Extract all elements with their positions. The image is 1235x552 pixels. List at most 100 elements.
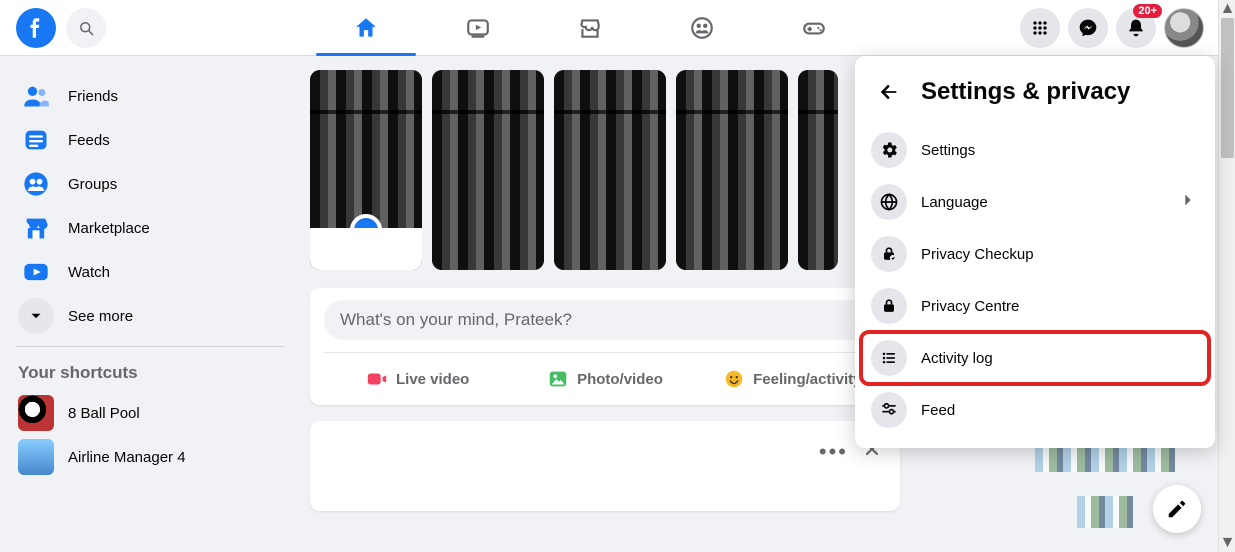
edit-icon [1166, 498, 1188, 520]
gaming-icon [801, 15, 827, 41]
story-card[interactable] [676, 70, 788, 270]
dropdown-title: Settings & privacy [921, 78, 1130, 106]
facebook-f-icon [23, 15, 49, 41]
scroll-down-icon[interactable]: ▼ [1219, 534, 1235, 551]
feed-post: ••• [310, 421, 900, 511]
shortcut-8ballpool[interactable]: 8 Ball Pool [8, 391, 292, 435]
shortcut-icon [18, 395, 54, 431]
search-button[interactable] [66, 8, 106, 48]
lock-check-icon [871, 236, 907, 272]
plus-icon [350, 214, 382, 246]
menu-button[interactable] [1020, 8, 1060, 48]
marketplace-sidebar-icon [18, 210, 54, 246]
bell-icon [1126, 18, 1146, 38]
dropdown-back-button[interactable] [871, 74, 907, 110]
shortcut-label: 8 Ball Pool [68, 405, 140, 422]
grid-icon [1030, 18, 1050, 38]
sidebar-item-label: Groups [68, 176, 117, 193]
composer-placeholder: What's on your mind, Prateek? [340, 310, 572, 330]
sidebar-item-watch[interactable]: Watch [8, 250, 292, 294]
sidebar-item-label: Friends [68, 88, 118, 105]
nav-home[interactable] [310, 0, 422, 56]
chevron-down-icon [18, 298, 54, 334]
dropdown-item-language[interactable]: Language [861, 176, 1209, 228]
post-options-button[interactable]: ••• [819, 439, 848, 465]
top-header: 20+ [0, 0, 1218, 56]
composer-button-label: Feeling/activity [753, 371, 861, 388]
header-left [0, 8, 106, 48]
header-nav [310, 0, 870, 56]
shortcut-label: Airline Manager 4 [68, 449, 186, 466]
sidebar-divider [16, 346, 284, 347]
scrollbar-thumb[interactable] [1221, 18, 1234, 158]
dropdown-item-feed[interactable]: Feed [861, 384, 1209, 436]
story-card[interactable] [798, 70, 838, 270]
sidebar-item-groups[interactable]: Groups [8, 162, 292, 206]
nav-groups[interactable] [646, 0, 758, 56]
composer-input[interactable]: What's on your mind, Prateek? [324, 300, 886, 340]
dropdown-item-activity-log[interactable]: Activity log [861, 332, 1209, 384]
feeds-icon [18, 122, 54, 158]
feeling-icon [723, 368, 745, 390]
nav-watch[interactable] [422, 0, 534, 56]
marketplace-icon [577, 15, 603, 41]
search-icon [77, 19, 95, 37]
create-story[interactable] [310, 70, 422, 270]
new-post-fab[interactable] [1153, 485, 1201, 533]
settings-privacy-dropdown: Settings & privacy Settings Language Pri… [855, 56, 1215, 448]
dropdown-item-label: Settings [921, 142, 975, 159]
list-icon [871, 340, 907, 376]
dropdown-item-privacy-checkup[interactable]: Privacy Checkup [861, 228, 1209, 280]
messenger-icon [1078, 18, 1098, 38]
sidebar-item-feeds[interactable]: Feeds [8, 118, 292, 162]
friends-icon [18, 78, 54, 114]
scroll-up-icon[interactable]: ▲ [1219, 0, 1235, 17]
notification-badge: 20+ [1133, 4, 1162, 18]
composer-button-label: Photo/video [577, 371, 663, 388]
home-icon [353, 15, 379, 41]
live-video-icon [366, 368, 388, 390]
sidebar-item-marketplace[interactable]: Marketplace [8, 206, 292, 250]
sidebar-item-seemore[interactable]: See more [8, 294, 292, 338]
groups-sidebar-icon [18, 166, 54, 202]
chevron-right-icon [1177, 189, 1199, 216]
sliders-icon [871, 392, 907, 428]
post-composer: What's on your mind, Prateek? Live video… [310, 288, 900, 405]
globe-icon [871, 184, 907, 220]
dropdown-item-label: Activity log [921, 350, 993, 367]
gear-icon [871, 132, 907, 168]
page-scrollbar[interactable]: ▲ ▼ [1218, 0, 1235, 551]
nav-gaming[interactable] [758, 0, 870, 56]
dropdown-item-label: Feed [921, 402, 955, 419]
shortcut-icon [18, 439, 54, 475]
dropdown-item-label: Language [921, 194, 988, 211]
sidebar-item-label: Watch [68, 264, 110, 281]
watch-icon [465, 15, 491, 41]
story-card[interactable] [554, 70, 666, 270]
side-story-thumbnail [1035, 440, 1175, 540]
shortcut-airlinemanager[interactable]: Airline Manager 4 [8, 435, 292, 479]
account-avatar[interactable] [1164, 8, 1204, 48]
composer-live-button[interactable]: Live video [324, 359, 511, 399]
dropdown-item-privacy-centre[interactable]: Privacy Centre [861, 280, 1209, 332]
messenger-button[interactable] [1068, 8, 1108, 48]
photo-video-icon [547, 368, 569, 390]
notifications-button[interactable]: 20+ [1116, 8, 1156, 48]
dropdown-item-settings[interactable]: Settings [861, 124, 1209, 176]
nav-marketplace[interactable] [534, 0, 646, 56]
shortcuts-header: Your shortcuts [8, 355, 292, 391]
stories-row [310, 70, 900, 270]
arrow-left-icon [878, 81, 900, 103]
facebook-logo[interactable] [16, 8, 56, 48]
watch-sidebar-icon [18, 254, 54, 290]
sidebar-item-friends[interactable]: Friends [8, 74, 292, 118]
dropdown-item-label: Privacy Centre [921, 298, 1019, 315]
header-right: 20+ [1020, 0, 1204, 56]
sidebar-item-label: Feeds [68, 132, 110, 149]
lock-icon [871, 288, 907, 324]
composer-photo-button[interactable]: Photo/video [511, 359, 698, 399]
sidebar-item-label: Marketplace [68, 220, 150, 237]
groups-icon [689, 15, 715, 41]
story-card[interactable] [432, 70, 544, 270]
sidebar-item-label: See more [68, 308, 133, 325]
